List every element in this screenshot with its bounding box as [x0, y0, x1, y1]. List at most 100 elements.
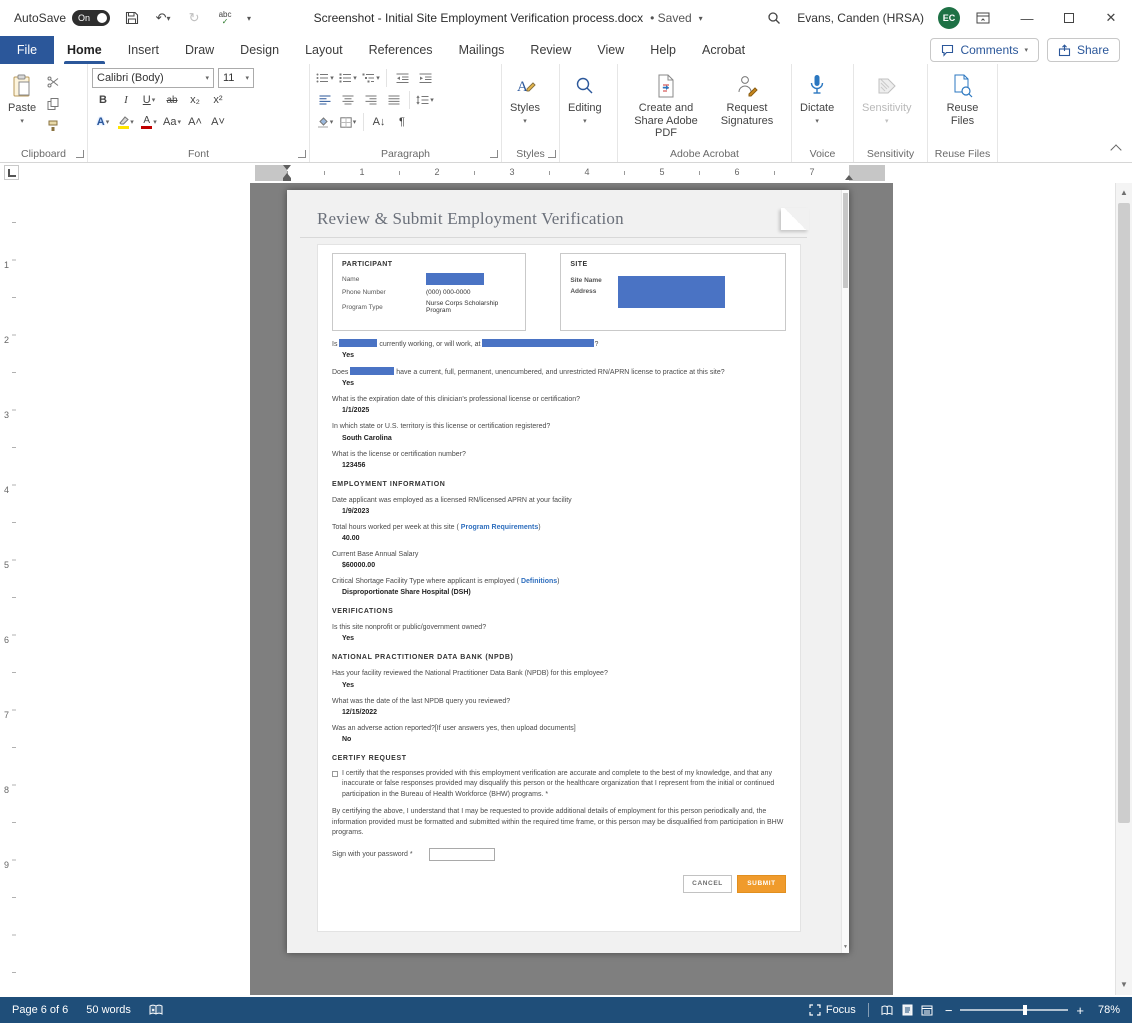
dialog-launcher-icon[interactable]	[490, 150, 498, 158]
save-icon[interactable]	[123, 9, 141, 27]
strikethrough-button[interactable]: ab	[161, 90, 183, 110]
font-size-combobox[interactable]: 11 ▾	[218, 68, 254, 88]
tab-mailings[interactable]: Mailings	[446, 36, 518, 64]
cut-button[interactable]	[42, 72, 64, 92]
copy-button[interactable]	[42, 94, 64, 114]
focus-mode-button[interactable]: Focus	[809, 1004, 856, 1016]
zoom-slider-thumb[interactable]	[1023, 1005, 1027, 1015]
dialog-launcher-icon[interactable]	[298, 150, 306, 158]
tab-insert[interactable]: Insert	[115, 36, 172, 64]
change-case-button[interactable]: Aa▾	[161, 112, 183, 132]
grow-font-button[interactable]: A˄	[184, 112, 206, 132]
vertical-scrollbar[interactable]: ▲ ▼	[1115, 183, 1132, 995]
bullets-button[interactable]: ▾	[314, 68, 336, 88]
document-canvas[interactable]: Review & Submit Employment Verification …	[250, 183, 893, 995]
borders-button[interactable]: ▾	[337, 112, 359, 132]
tab-design[interactable]: Design	[227, 36, 292, 64]
maximize-button[interactable]	[1048, 0, 1090, 36]
tab-acrobat[interactable]: Acrobat	[689, 36, 758, 64]
tab-draw[interactable]: Draw	[172, 36, 227, 64]
first-line-indent-marker[interactable]	[283, 165, 291, 170]
tab-review[interactable]: Review	[517, 36, 584, 64]
line-spacing-button[interactable]: ▾	[414, 90, 436, 110]
horizontal-ruler[interactable]: 1 2 3 4 5 6 7	[255, 165, 885, 181]
document-page[interactable]: Review & Submit Employment Verification …	[287, 190, 849, 953]
tab-stop-selector[interactable]	[4, 165, 19, 180]
password-input[interactable]	[429, 848, 495, 861]
vertical-ruler[interactable]: 1 2 3 4 5 6 7 8 9	[0, 188, 18, 973]
certify-checkbox[interactable]	[332, 771, 338, 777]
numbering-button[interactable]: ▾	[337, 68, 359, 88]
redo-icon[interactable]: ↻	[185, 9, 203, 27]
zoom-level[interactable]: 78%	[1092, 1004, 1120, 1016]
multilevel-list-button[interactable]: ▾	[360, 68, 382, 88]
left-indent-marker[interactable]	[283, 178, 291, 181]
zoom-slider[interactable]	[960, 1009, 1068, 1011]
program-requirements-link[interactable]: Program Requirements	[461, 524, 538, 531]
web-layout-icon[interactable]	[921, 1005, 933, 1016]
bold-button[interactable]: B	[92, 90, 114, 110]
font-name-combobox[interactable]: Calibri (Body) ▾	[92, 68, 214, 88]
comments-button[interactable]: Comments ▾	[930, 38, 1039, 62]
underline-button[interactable]: U▾	[138, 90, 160, 110]
paste-button[interactable]: Paste ▾	[4, 68, 40, 144]
close-button[interactable]: ✕	[1090, 0, 1132, 36]
align-left-button[interactable]	[314, 90, 336, 110]
create-share-pdf-button[interactable]: Create and Share Adobe PDF	[622, 68, 710, 144]
align-right-button[interactable]	[360, 90, 382, 110]
show-formatting-marks-button[interactable]: ¶	[391, 112, 413, 132]
word-count[interactable]: 50 words	[86, 1004, 131, 1016]
reuse-files-button[interactable]: Reuse Files	[932, 68, 993, 144]
read-mode-icon[interactable]	[881, 1005, 894, 1016]
request-signatures-button[interactable]: Request Signatures	[710, 68, 784, 144]
increase-indent-button[interactable]	[414, 68, 436, 88]
tab-layout[interactable]: Layout	[292, 36, 356, 64]
shading-button[interactable]: ▾	[314, 112, 336, 132]
right-indent-marker[interactable]	[845, 175, 853, 180]
tab-references[interactable]: References	[356, 36, 446, 64]
autosave-toggle[interactable]: On	[72, 10, 110, 26]
highlight-color-button[interactable]: ▾	[115, 112, 137, 132]
definitions-link[interactable]: Definitions	[521, 578, 557, 585]
tab-home[interactable]: Home	[54, 36, 115, 64]
subscript-button[interactable]: x₂	[184, 90, 206, 110]
justify-button[interactable]	[383, 90, 405, 110]
text-effects-button[interactable]: A▾	[92, 112, 114, 132]
page-indicator[interactable]: Page 6 of 6	[12, 1004, 68, 1016]
scroll-down-arrow[interactable]: ▼	[1116, 977, 1132, 993]
cancel-button[interactable]: CANCEL	[683, 875, 732, 893]
superscript-button[interactable]: x²	[207, 90, 229, 110]
collapse-ribbon-icon[interactable]	[1110, 144, 1121, 155]
sort-button[interactable]: A↓	[368, 112, 390, 132]
editing-button[interactable]: Editing ▾	[564, 68, 606, 144]
sensitivity-button[interactable]: Sensitivity ▾	[858, 68, 916, 144]
minimize-button[interactable]: —	[1006, 0, 1048, 36]
format-painter-button[interactable]	[42, 116, 64, 136]
decrease-indent-button[interactable]	[391, 68, 413, 88]
print-layout-icon[interactable]	[902, 1004, 913, 1016]
undo-icon[interactable]: ↶▾	[154, 9, 172, 27]
font-color-button[interactable]: A ▾	[138, 112, 160, 132]
dialog-launcher-icon[interactable]	[76, 150, 84, 158]
dialog-launcher-icon[interactable]	[548, 150, 556, 158]
scrollbar-thumb[interactable]	[1118, 203, 1130, 823]
search-icon[interactable]	[765, 9, 783, 27]
italic-button[interactable]: I	[115, 90, 137, 110]
dictate-button[interactable]: Dictate ▾	[796, 68, 838, 144]
title-chevron-icon[interactable]: ▾	[699, 14, 703, 23]
tab-file[interactable]: File	[0, 36, 54, 64]
zoom-in-button[interactable]: +	[1076, 1004, 1084, 1017]
shrink-font-button[interactable]: A˅	[207, 112, 229, 132]
user-name[interactable]: Evans, Canden (HRSA)	[797, 11, 924, 25]
proofing-errors-icon[interactable]	[149, 1004, 163, 1016]
avatar[interactable]: EC	[938, 7, 960, 29]
styles-button[interactable]: A Styles ▾	[506, 68, 544, 144]
tab-help[interactable]: Help	[637, 36, 689, 64]
share-button[interactable]: Share	[1047, 38, 1120, 62]
tab-view[interactable]: View	[584, 36, 637, 64]
zoom-out-button[interactable]: −	[945, 1004, 953, 1017]
ribbon-display-options-icon[interactable]	[974, 9, 992, 27]
spelling-check-icon[interactable]: abc ✓	[216, 9, 234, 27]
align-center-button[interactable]	[337, 90, 359, 110]
submit-button[interactable]: SUBMIT	[737, 875, 786, 893]
